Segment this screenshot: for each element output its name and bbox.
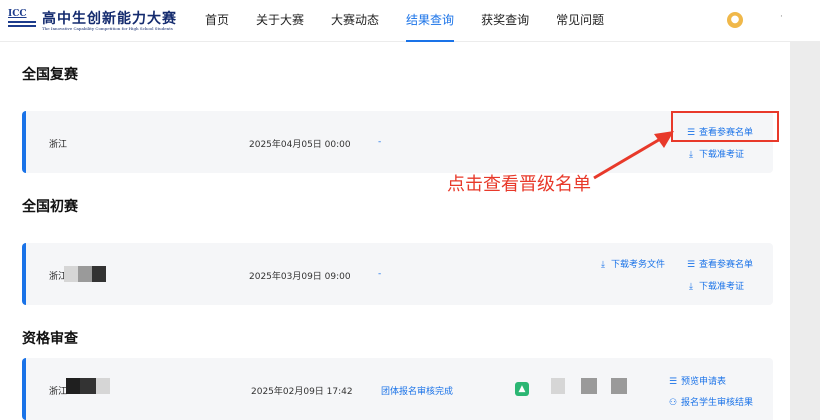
card-region: 浙江 bbox=[49, 140, 68, 150]
card-date: 2025年03月09日 09:00 bbox=[249, 272, 351, 282]
section-title-final: 全国复赛 bbox=[22, 67, 78, 83]
logo-title: 高中生创新能力大赛 bbox=[42, 11, 177, 27]
redacted-mosaic bbox=[611, 378, 627, 394]
list-icon: ☰ bbox=[686, 260, 696, 270]
download-exam-files-label: 下载考务文件 bbox=[611, 260, 666, 270]
section-title-qualification: 资格审查 bbox=[22, 331, 78, 347]
nav-awards[interactable]: 获奖查询 bbox=[481, 0, 529, 42]
redacted-mosaic bbox=[64, 266, 78, 282]
redacted-mosaic bbox=[581, 378, 597, 394]
list-icon: ☰ bbox=[668, 377, 678, 387]
section-title-prelim: 全国初赛 bbox=[22, 199, 78, 215]
logo-subtitle: The Innovative Capability Competition fo… bbox=[42, 26, 173, 31]
redacted-mosaic bbox=[92, 266, 106, 282]
view-participants-link[interactable]: ☰ 查看参赛名单 bbox=[686, 257, 753, 270]
card-accent bbox=[22, 111, 26, 173]
card-accent bbox=[22, 243, 26, 305]
redacted-mosaic bbox=[78, 266, 92, 282]
student-review-results-label: 报名学生审核结果 bbox=[681, 398, 754, 408]
logo[interactable]: ICC 高中生创新能力大赛 The Innovative Capability … bbox=[8, 9, 176, 33]
download-admission-link[interactable]: ⤓ 下载准考证 bbox=[686, 279, 744, 292]
student-review-results-link[interactable]: ⚇ 报名学生审核结果 bbox=[668, 395, 753, 408]
users-icon: ⚇ bbox=[668, 398, 678, 408]
download-admission-link[interactable]: ⤓ 下载准考证 bbox=[686, 147, 744, 160]
card-region: 浙江 bbox=[49, 387, 68, 397]
view-participants-label: 查看参赛名单 bbox=[699, 260, 754, 270]
redacted-mosaic bbox=[66, 378, 80, 394]
card-qualification: 浙江 2025年02月09日 17:42 团体报名审核完成 ☰ 预览申请表 ⚇ 报名… bbox=[22, 358, 773, 420]
nav-home[interactable]: 首页 bbox=[205, 0, 229, 42]
preview-application-link[interactable]: ☰ 预览申请表 bbox=[668, 374, 726, 387]
nav-faq[interactable]: 常见问题 bbox=[556, 0, 604, 42]
annotation-text: 点击查看晋级名单 bbox=[447, 174, 591, 195]
logo-abbr: ICC bbox=[8, 9, 27, 19]
download-admission-label: 下载准考证 bbox=[699, 282, 745, 292]
nav-about[interactable]: 关于大赛 bbox=[256, 0, 304, 42]
card-status: - bbox=[378, 137, 382, 147]
card-date: 2025年02月09日 17:42 bbox=[251, 387, 353, 397]
download-exam-files-link[interactable]: ⤓ 下载考务文件 bbox=[598, 257, 665, 270]
download-admission-label: 下载准考证 bbox=[699, 150, 745, 160]
card-date: 2025年04月05日 00:00 bbox=[249, 140, 351, 150]
download-icon: ⤓ bbox=[689, 282, 693, 292]
avatar[interactable]: ● bbox=[727, 12, 743, 28]
image-icon[interactable]: ▲ bbox=[515, 382, 529, 396]
card-status: - bbox=[378, 269, 382, 279]
preview-application-label: 预览申请表 bbox=[681, 377, 727, 387]
highlight-box bbox=[671, 111, 779, 142]
nav-news[interactable]: 大赛动态 bbox=[331, 0, 379, 42]
main-nav: 首页 关于大赛 大赛动态 结果查询 获奖查询 常见问题 bbox=[205, 0, 631, 42]
card-accent bbox=[22, 358, 26, 420]
redacted-mosaic bbox=[96, 378, 110, 394]
redacted-mosaic bbox=[80, 378, 96, 394]
nav-results[interactable]: 结果查询 bbox=[406, 0, 455, 42]
logo-stripe bbox=[8, 21, 36, 23]
card-prelim: 浙江 2025年03月09日 09:00 - ⤓ 下载考务文件 ☰ 查看参赛名单 ⤓… bbox=[22, 243, 773, 305]
logo-stripe bbox=[8, 25, 36, 27]
card-status: 团体报名审核完成 bbox=[381, 387, 454, 397]
page-gutter bbox=[790, 42, 820, 420]
user-menu[interactable]: · bbox=[780, 12, 783, 22]
redacted-mosaic bbox=[551, 378, 565, 394]
annotation-arrow bbox=[593, 131, 674, 180]
top-header: ICC 高中生创新能力大赛 The Innovative Capability … bbox=[0, 0, 820, 42]
download-icon: ⤓ bbox=[689, 150, 693, 160]
download-icon: ⤓ bbox=[601, 260, 605, 270]
